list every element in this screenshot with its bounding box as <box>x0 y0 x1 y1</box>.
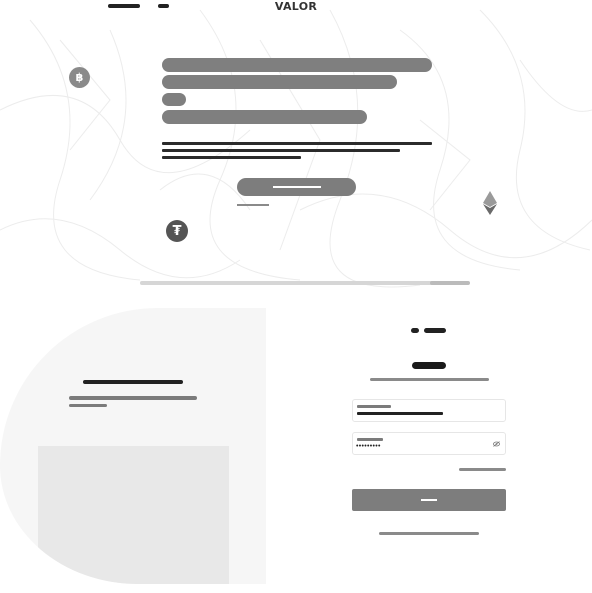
nav-link-2[interactable] <box>158 4 169 8</box>
promo-panel <box>0 308 266 584</box>
promo-subtitle-line-2 <box>69 404 107 407</box>
login-form-panel: ••••••••• <box>266 290 592 593</box>
signup-link[interactable] <box>379 532 479 535</box>
hero-heading-line-2 <box>162 75 397 89</box>
background-pattern <box>0 9 592 288</box>
hero-description-line-2 <box>162 149 400 152</box>
brand-logo[interactable]: VALOR <box>250 0 342 13</box>
password-value: ••••••••• <box>356 443 381 450</box>
hero-section: VALOR ฿ ₮ <box>0 0 592 290</box>
hero-divider-accent <box>430 281 470 285</box>
forgot-password-link[interactable] <box>459 468 506 471</box>
promo-title <box>83 380 183 384</box>
email-value <box>357 412 443 415</box>
password-label <box>357 438 383 441</box>
form-title <box>412 362 446 369</box>
eye-off-icon[interactable] <box>493 441 500 447</box>
password-field[interactable]: ••••••••• <box>352 432 506 455</box>
hero-cta-label <box>272 186 321 188</box>
promo-image <box>38 446 229 584</box>
hero-heading-line-4 <box>162 110 367 124</box>
page: VALOR ฿ ₮ ••••••••• <box>0 0 592 593</box>
hero-cta-button[interactable] <box>237 178 356 196</box>
login-submit-button[interactable] <box>352 489 506 511</box>
hero-secondary-link[interactable] <box>237 204 269 206</box>
logo-wordmark <box>424 328 446 333</box>
bitcoin-icon: ฿ <box>69 67 90 88</box>
hero-description-line-3 <box>162 156 301 159</box>
hero-divider <box>140 281 440 285</box>
ethereum-icon <box>483 191 497 215</box>
login-section: ••••••••• <box>0 290 592 593</box>
hero-description-line-1 <box>162 142 432 145</box>
promo-subtitle-line-1 <box>69 396 197 400</box>
form-subtitle <box>370 378 489 381</box>
email-field[interactable] <box>352 399 506 422</box>
nav-link-1[interactable] <box>108 4 140 8</box>
hero-heading-line-3 <box>162 93 186 106</box>
tether-icon: ₮ <box>166 220 188 242</box>
login-submit-label <box>421 499 437 501</box>
hero-heading-line-1 <box>162 58 432 72</box>
logo-mark <box>411 328 419 333</box>
email-label <box>357 405 391 408</box>
